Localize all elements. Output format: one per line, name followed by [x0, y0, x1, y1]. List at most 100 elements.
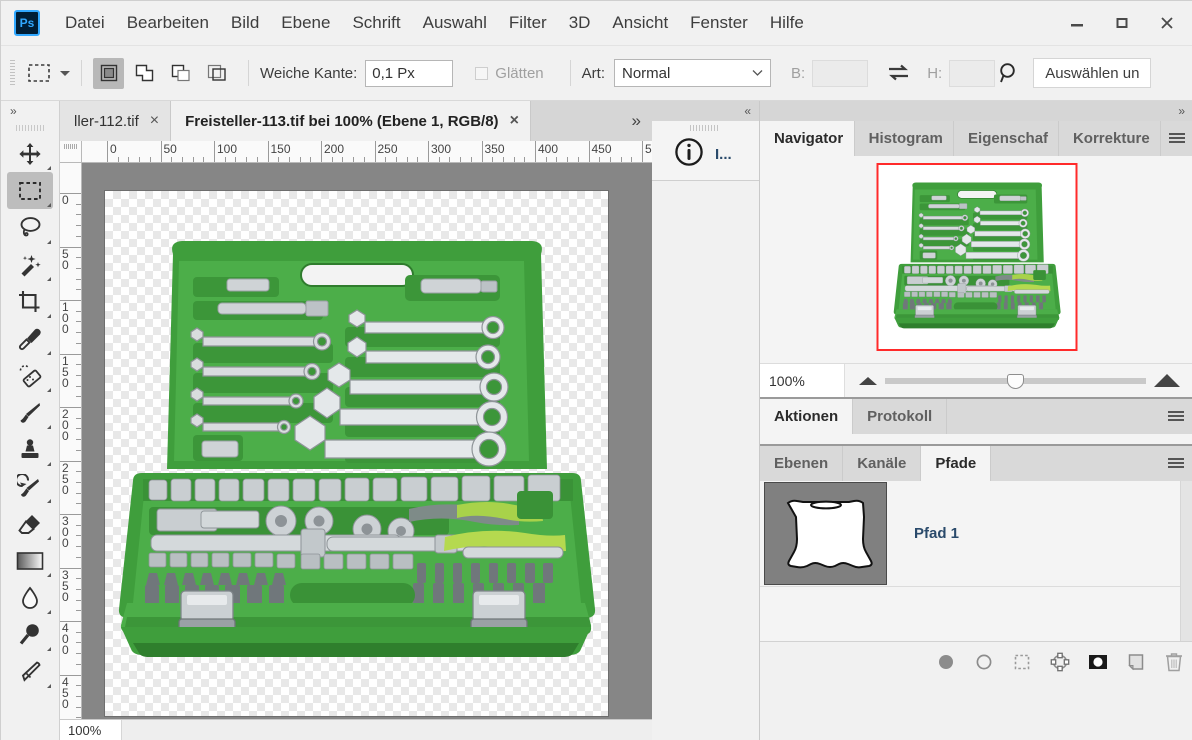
close-icon[interactable]: ×: [510, 113, 519, 129]
menu-filter[interactable]: Filter: [498, 9, 558, 37]
maximize-icon[interactable]: [1099, 4, 1144, 41]
panel-menu-icon[interactable]: [1159, 399, 1192, 434]
close-icon[interactable]: [1144, 4, 1189, 41]
middle-dock-collapse-button[interactable]: «: [652, 101, 759, 121]
history-brush-tool[interactable]: [7, 468, 53, 505]
tab-korrekturen[interactable]: Korrekture: [1059, 121, 1161, 156]
blur-tool[interactable]: [7, 579, 53, 616]
brush-tool[interactable]: [7, 394, 53, 431]
document-tab-freisteller-112[interactable]: ller-112.tif ×: [60, 101, 171, 141]
document-tab-freisteller-113[interactable]: Freisteller-113.tif bei 100% (Ebene 1, R…: [171, 101, 531, 141]
navigator-zoom-slider-knob[interactable]: [1007, 374, 1024, 389]
new-selection-button[interactable]: [93, 58, 124, 89]
info-panel-collapsed[interactable]: I...: [652, 121, 759, 181]
menu-datei[interactable]: Datei: [54, 9, 116, 37]
width-input[interactable]: [812, 60, 868, 87]
subtract-from-selection-button[interactable]: [165, 58, 196, 89]
rectangular-marquee-icon[interactable]: [23, 58, 54, 89]
add-mask-button[interactable]: [1079, 643, 1117, 681]
canvas-scroll-area[interactable]: [82, 163, 652, 740]
menu-hilfe[interactable]: Hilfe: [759, 9, 815, 37]
ruler-label: 200: [62, 409, 72, 442]
tools-panel-grip[interactable]: [1, 121, 59, 135]
ruler-tick-minor: [76, 493, 81, 494]
navigator-zoom-slider[interactable]: [885, 378, 1146, 384]
navigator-zoom-field[interactable]: 100%: [760, 364, 845, 397]
lasso-tool[interactable]: [7, 209, 53, 246]
tab-eigenschaften[interactable]: Eigenschaf: [954, 121, 1059, 156]
vertical-ruler[interactable]: 05010015020025030035040045050: [60, 163, 82, 740]
navigator-thumbnail[interactable]: [876, 163, 1077, 351]
tab-histogramm[interactable]: Histogram: [855, 121, 954, 156]
rectangular-marquee-tool[interactable]: [7, 172, 53, 209]
clone-stamp-tool[interactable]: [7, 431, 53, 468]
path-thumbnail[interactable]: [764, 482, 887, 585]
info-circle-icon[interactable]: [674, 137, 704, 172]
feather-input[interactable]: 0,1 Px: [365, 60, 453, 87]
zoom-level-field[interactable]: 100%: [60, 720, 122, 740]
close-icon[interactable]: ×: [150, 113, 159, 129]
horizontal-ruler[interactable]: 05010015020025030035040045050: [82, 141, 652, 163]
tab-protokoll[interactable]: Protokoll: [853, 399, 947, 434]
load-path-as-selection-button[interactable]: [1003, 643, 1041, 681]
fill-path-with-foreground-button[interactable]: [927, 643, 965, 681]
dodge-tool[interactable]: [7, 616, 53, 653]
menu-3d[interactable]: 3D: [558, 9, 602, 37]
delete-path-button[interactable]: [1155, 643, 1192, 681]
menu-ansicht[interactable]: Ansicht: [601, 9, 679, 37]
tab-navigator[interactable]: Navigator: [760, 121, 855, 156]
stroke-path-with-brush-button[interactable]: [965, 643, 1003, 681]
tool-preset-chevron-down-icon[interactable]: [60, 71, 70, 76]
ruler-tick-minor: [556, 157, 557, 162]
pen-tool[interactable]: [7, 653, 53, 690]
menu-ebene[interactable]: Ebene: [270, 9, 341, 37]
antialias-checkbox[interactable]: [475, 67, 488, 80]
style-select[interactable]: Normal: [614, 59, 771, 87]
options-bar-grip[interactable]: [10, 60, 15, 86]
tab-kanaele[interactable]: Kanäle: [843, 446, 921, 481]
ruler-tick-minor: [76, 546, 81, 547]
panel-menu-icon[interactable]: [1161, 121, 1192, 156]
tools-collapse-button[interactable]: »: [1, 101, 59, 121]
tool-submenu-indicator: [47, 277, 51, 281]
info-panel-grip[interactable]: [652, 121, 759, 133]
right-dock-expand-button[interactable]: »: [760, 101, 1192, 121]
make-work-path-from-selection-button[interactable]: [1041, 643, 1079, 681]
menu-auswahl[interactable]: Auswahl: [412, 9, 498, 37]
create-new-path-button[interactable]: [1117, 643, 1155, 681]
height-input[interactable]: [949, 60, 995, 87]
large-mountain-icon[interactable]: [1154, 374, 1180, 387]
ruler-tick-minor: [118, 157, 119, 162]
eraser-tool[interactable]: [7, 505, 53, 542]
path-list-item[interactable]: Pfad 1: [760, 481, 1192, 587]
ruler-tick-minor: [257, 157, 258, 162]
add-to-selection-button[interactable]: [129, 58, 160, 89]
panel-menu-icon[interactable]: [1159, 446, 1192, 481]
menu-bearbeiten[interactable]: Bearbeiten: [116, 9, 220, 37]
intersect-with-selection-button[interactable]: [201, 58, 232, 89]
small-mountain-icon[interactable]: [859, 377, 877, 385]
path-name-label[interactable]: Pfad 1: [914, 525, 959, 542]
spot-healing-brush-tool[interactable]: [7, 357, 53, 394]
canvas-page[interactable]: [105, 191, 608, 716]
ruler-corner[interactable]: [60, 141, 82, 163]
menu-bild[interactable]: Bild: [220, 9, 270, 37]
eyedropper-tool[interactable]: [7, 320, 53, 357]
tab-ebenen[interactable]: Ebenen: [760, 446, 843, 481]
crop-tool[interactable]: [7, 283, 53, 320]
select-and-mask-button[interactable]: Auswählen un: [1033, 58, 1151, 88]
magic-wand-tool[interactable]: [7, 246, 53, 283]
search-icon[interactable]: [997, 61, 1021, 85]
minimize-icon[interactable]: [1054, 4, 1099, 41]
menu-schrift[interactable]: Schrift: [341, 9, 411, 37]
tab-pfade[interactable]: Pfade: [921, 446, 991, 481]
swap-arrows-icon[interactable]: [886, 63, 911, 83]
menu-fenster[interactable]: Fenster: [679, 9, 759, 37]
ruler-label: 300: [62, 516, 72, 549]
gradient-tool[interactable]: [7, 542, 53, 579]
tab-aktionen[interactable]: Aktionen: [760, 399, 853, 434]
ruler-tick-minor: [449, 157, 450, 162]
move-tool[interactable]: [7, 135, 53, 172]
antialias-checkbox-group[interactable]: Glätten: [475, 65, 543, 82]
document-tab-overflow-button[interactable]: »: [619, 101, 652, 141]
